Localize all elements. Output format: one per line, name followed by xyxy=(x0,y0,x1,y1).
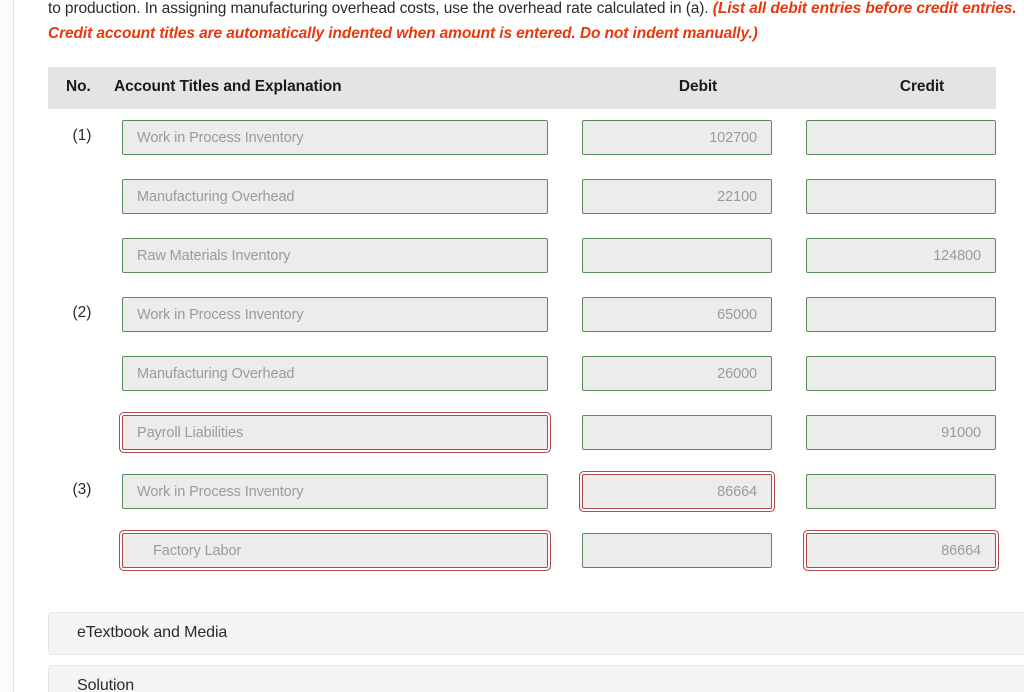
journal-entry-row: Raw Materials Inventory 124800 xyxy=(14,227,1024,286)
journal-entry-row: (3) Work in Process Inventory 86664 xyxy=(14,463,1024,522)
credit-amount-input[interactable] xyxy=(806,120,996,155)
instruction-paragraph: to production. In assigning manufacturin… xyxy=(48,0,1024,46)
debit-amount-input[interactable]: 86664 xyxy=(582,474,772,509)
instruction-normal-text: to production. In assigning manufacturin… xyxy=(48,0,713,17)
entry-number-label: (3) xyxy=(72,481,92,498)
question-page: to production. In assigning manufacturin… xyxy=(0,0,1024,692)
account-title-input[interactable]: Manufacturing Overhead xyxy=(122,356,548,391)
journal-entry-row: Payroll Liabilities 91000 xyxy=(14,404,1024,463)
credit-amount-input[interactable]: 91000 xyxy=(806,415,996,450)
journal-table-header: No. Account Titles and Explanation Debit… xyxy=(48,67,996,109)
debit-amount-input[interactable]: 65000 xyxy=(582,297,772,332)
debit-amount-input[interactable]: 22100 xyxy=(582,179,772,214)
entry-number-label: (1) xyxy=(72,127,92,144)
journal-entry-row: Manufacturing Overhead 26000 xyxy=(14,345,1024,404)
page-content: to production. In assigning manufacturin… xyxy=(14,0,1024,692)
account-title-input[interactable]: Raw Materials Inventory xyxy=(122,238,548,273)
journal-entry-row: Manufacturing Overhead 22100 xyxy=(14,168,1024,227)
journal-table-body: (1) Work in Process Inventory 102700 Manufa… xyxy=(14,109,1024,581)
journal-entry-row: (1) Work in Process Inventory 102700 xyxy=(14,109,1024,168)
debit-amount-input[interactable] xyxy=(582,415,772,450)
solution-label: Solution xyxy=(77,677,135,692)
credit-amount-input[interactable] xyxy=(806,474,996,509)
account-title-input[interactable]: Payroll Liabilities xyxy=(122,415,548,450)
account-title-input[interactable]: Work in Process Inventory xyxy=(122,474,548,509)
credit-amount-input[interactable]: 124800 xyxy=(806,238,996,273)
column-header-no: No. xyxy=(66,78,91,95)
account-title-input[interactable]: Factory Labor xyxy=(122,533,548,568)
etextbook-and-media-panel[interactable]: eTextbook and Media xyxy=(48,612,1024,655)
debit-amount-input[interactable]: 102700 xyxy=(582,120,772,155)
account-title-input[interactable]: Work in Process Inventory xyxy=(122,120,548,155)
column-header-account: Account Titles and Explanation xyxy=(114,78,342,95)
debit-amount-input[interactable]: 26000 xyxy=(582,356,772,391)
etextbook-and-media-label: eTextbook and Media xyxy=(77,624,228,641)
solution-panel[interactable]: Solution xyxy=(48,665,1024,692)
credit-amount-input[interactable] xyxy=(806,356,996,391)
account-title-input[interactable]: Work in Process Inventory xyxy=(122,297,548,332)
credit-amount-input[interactable] xyxy=(806,297,996,332)
credit-amount-input[interactable] xyxy=(806,179,996,214)
debit-amount-input[interactable] xyxy=(582,533,772,568)
entry-number-label: (2) xyxy=(72,304,92,321)
journal-entry-row: (2) Work in Process Inventory 65000 xyxy=(14,286,1024,345)
debit-amount-input[interactable] xyxy=(582,238,772,273)
journal-entry-row: Factory Labor 86664 xyxy=(14,522,1024,581)
column-header-debit: Debit xyxy=(678,78,718,95)
account-title-input[interactable]: Manufacturing Overhead xyxy=(122,179,548,214)
column-header-credit: Credit xyxy=(899,78,945,95)
left-gutter xyxy=(0,0,13,692)
credit-amount-input[interactable]: 86664 xyxy=(806,533,996,568)
